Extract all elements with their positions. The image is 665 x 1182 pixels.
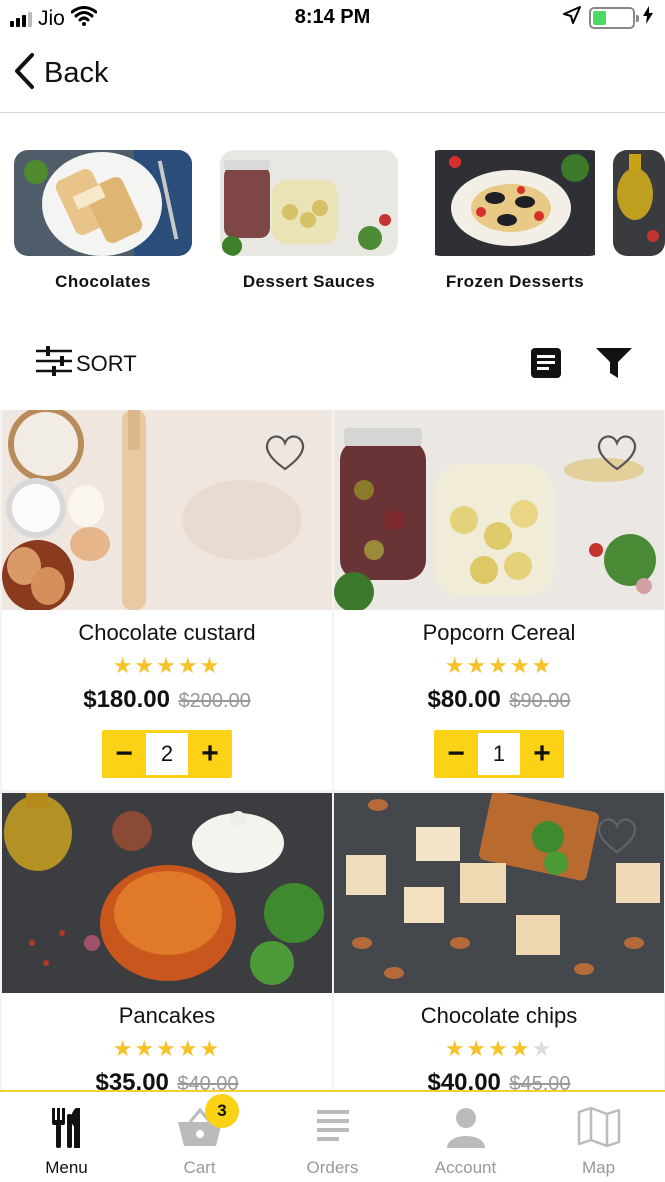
category-label: Chocolates — [55, 272, 151, 291]
category-carousel[interactable]: Chocolates Dessert Sauces Frozen Dessert… — [0, 113, 665, 313]
tab-label: Menu — [45, 1158, 88, 1177]
product-price: $35.00 — [95, 1069, 169, 1090]
status-bar: Jio 8:14 PM — [0, 0, 665, 38]
pickle-jars-photo — [220, 150, 398, 256]
tab-label: Orders — [306, 1158, 359, 1177]
bottom-tab-bar: Menu 3 Cart Orders Account Map — [0, 1090, 665, 1182]
person-icon — [399, 1106, 532, 1148]
basket-icon — [133, 1106, 266, 1148]
charging-bolt-icon — [643, 6, 653, 29]
category-chocolates[interactable]: Chocolates — [14, 150, 192, 292]
tab-account[interactable]: Account — [399, 1092, 532, 1182]
product-price: $40.00 — [427, 1069, 501, 1090]
filter-funnel-icon — [595, 348, 633, 383]
chevron-left-icon — [12, 52, 36, 95]
rating-stars: ★★★★★ — [444, 653, 554, 678]
list-view-button[interactable] — [530, 347, 562, 384]
product-name: Chocolate chips — [420, 1003, 578, 1028]
crepes-photo — [14, 150, 192, 256]
product-card[interactable]: Chocolate custard ★★★★★ $180.00 $200.00 … — [2, 410, 332, 790]
product-card[interactable]: Chocolate chips ★★★★★ $40.00 $45.00 — [334, 793, 664, 1090]
filter-button[interactable] — [595, 347, 633, 384]
heart-favorite-icon[interactable] — [596, 434, 638, 477]
product-price: $80.00 — [427, 686, 501, 713]
quantity-stepper: − 2 + — [102, 730, 232, 778]
sort-filter-toolbar: SORT — [0, 333, 665, 395]
sort-label: SORT — [76, 350, 137, 376]
tab-label: Map — [581, 1158, 616, 1177]
rating-stars: ★★★★★ — [444, 1036, 554, 1061]
oil-bottle-photo — [613, 150, 665, 256]
list-icon — [266, 1106, 399, 1146]
cart-count-badge: 3 — [205, 1094, 239, 1128]
battery-icon — [589, 6, 639, 29]
fork-knife-icon — [0, 1106, 133, 1150]
list-view-icon — [530, 348, 562, 383]
rating-stars: ★★★★★ — [112, 1036, 222, 1061]
curry-pot-photo — [2, 793, 332, 993]
quantity-value: 2 — [146, 733, 188, 775]
product-grid: Chocolate custard ★★★★★ $180.00 $200.00 … — [0, 410, 665, 1090]
rating-stars: ★★★★★ — [112, 653, 222, 678]
increment-button[interactable]: + — [520, 730, 564, 778]
product-card[interactable]: Pancakes ★★★★★ $35.00 $40.00 — [2, 793, 332, 1090]
quantity-stepper: − 1 + — [434, 730, 564, 778]
product-old-price: $45.00 — [509, 1073, 571, 1090]
tab-menu[interactable]: Menu — [0, 1092, 133, 1182]
category-partial[interactable] — [613, 150, 665, 272]
product-old-price: $40.00 — [177, 1073, 239, 1090]
location-arrow-icon — [563, 6, 581, 29]
tab-label: Cart — [183, 1158, 216, 1177]
category-dessert-sauces[interactable]: Dessert Sauces — [220, 150, 398, 292]
heart-favorite-icon[interactable] — [596, 817, 638, 860]
heart-favorite-icon[interactable] — [264, 434, 306, 477]
tab-label: Account — [434, 1158, 497, 1177]
increment-button[interactable]: + — [188, 730, 232, 778]
tab-cart[interactable]: 3 Cart — [133, 1092, 266, 1182]
tab-orders[interactable]: Orders — [266, 1092, 399, 1182]
product-name: Popcorn Cereal — [422, 620, 576, 645]
map-icon — [532, 1106, 665, 1148]
tab-map[interactable]: Map — [532, 1092, 665, 1182]
product-price: $180.00 — [83, 686, 170, 713]
sliders-icon — [34, 343, 74, 384]
sort-button[interactable]: SORT — [34, 343, 137, 384]
product-name: Pancakes — [118, 1003, 216, 1028]
category-label: Dessert Sauces — [242, 272, 376, 291]
back-button[interactable]: Back — [12, 52, 108, 95]
product-card[interactable]: Popcorn Cereal ★★★★★ $80.00 $90.00 − 1 + — [334, 410, 664, 790]
product-old-price: $200.00 — [178, 690, 251, 712]
category-label: Frozen Desserts — [445, 272, 585, 291]
nav-bar: Back — [0, 38, 665, 113]
back-label: Back — [44, 57, 109, 89]
product-old-price: $90.00 — [509, 690, 571, 712]
category-frozen-desserts[interactable]: Frozen Desserts — [426, 150, 604, 292]
mussel-pasta-photo — [426, 150, 604, 256]
quantity-value: 1 — [478, 733, 520, 775]
decrement-button[interactable]: − — [434, 730, 478, 778]
decrement-button[interactable]: − — [102, 730, 146, 778]
product-name: Chocolate custard — [78, 620, 256, 645]
